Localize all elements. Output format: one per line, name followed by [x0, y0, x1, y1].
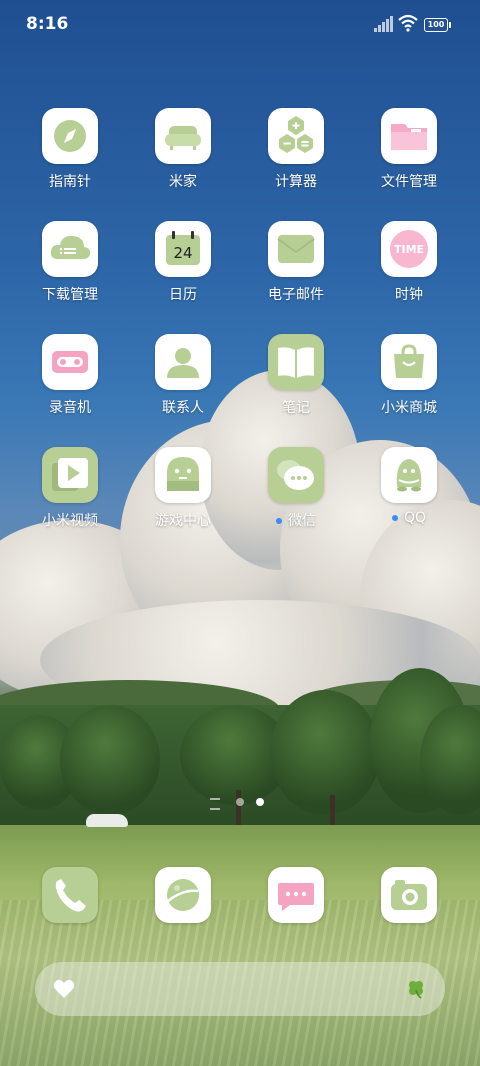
app-label: 计算器	[275, 174, 317, 190]
status-bar: 8:16 100	[0, 0, 480, 50]
dock-camera[interactable]	[359, 867, 459, 923]
notification-dot	[276, 518, 282, 524]
app-label-with-dot: 微信	[246, 510, 346, 530]
page-dot-active[interactable]	[256, 798, 264, 806]
cassette-icon	[42, 334, 98, 390]
penguin-icon	[381, 447, 437, 503]
app-file-manager[interactable]: 文件管理	[359, 108, 459, 191]
shopping-bag-icon	[381, 334, 437, 390]
app-mi-store[interactable]: 小米商城	[359, 334, 459, 417]
book-icon	[268, 334, 324, 390]
message-icon	[268, 867, 324, 923]
bottom-widget-bar[interactable]	[35, 962, 445, 1016]
app-recorder[interactable]: 录音机	[20, 334, 120, 417]
compass-icon	[42, 108, 98, 164]
camera-icon	[381, 867, 437, 923]
folder-icon	[381, 108, 437, 164]
person-icon	[155, 334, 211, 390]
app-label: 米家	[169, 174, 197, 190]
app-calendar[interactable]: 24 日历	[133, 221, 233, 304]
heart-icon[interactable]	[53, 979, 75, 999]
status-time: 8:16	[26, 14, 69, 34]
dock-browser[interactable]	[133, 867, 233, 923]
app-mi-video[interactable]: 小米视频	[20, 447, 120, 530]
planet-icon	[155, 867, 211, 923]
clover-icon[interactable]	[405, 978, 427, 1000]
app-label: 小米视频	[42, 513, 98, 529]
ghost-icon	[155, 447, 211, 503]
cloud-download-icon	[42, 221, 98, 277]
chat-bubbles-icon	[268, 447, 324, 503]
app-calculator[interactable]: 计算器	[246, 108, 346, 191]
app-label-with-dot: QQ	[359, 510, 459, 526]
calculator-icon	[268, 108, 324, 164]
app-label: 联系人	[162, 400, 204, 416]
app-label: 录音机	[49, 400, 91, 416]
app-label: QQ	[403, 510, 427, 526]
app-contacts[interactable]: 联系人	[133, 334, 233, 417]
dock-messages[interactable]	[246, 867, 346, 923]
calendar-icon: 24	[155, 221, 211, 277]
app-label: 时钟	[395, 287, 423, 303]
app-label: 指南针	[49, 174, 91, 190]
sofa-icon	[155, 108, 211, 164]
app-notes[interactable]: 笔记	[246, 334, 346, 417]
video-play-icon	[42, 447, 98, 503]
calendar-day: 24	[173, 244, 193, 262]
clock-text: TIME	[393, 243, 425, 256]
clock-icon: TIME	[381, 221, 437, 277]
app-clock[interactable]: TIME 时钟	[359, 221, 459, 304]
signal-icon	[374, 16, 394, 32]
notification-dot	[391, 515, 398, 521]
app-label: 笔记	[282, 400, 310, 416]
app-label: 电子邮件	[268, 287, 324, 303]
page-dot[interactable]	[236, 798, 244, 806]
phone-icon	[42, 867, 98, 923]
page-list-icon	[210, 798, 220, 810]
battery-icon: 100	[424, 18, 451, 32]
app-label: 文件管理	[381, 174, 437, 190]
dock-phone[interactable]	[20, 867, 120, 923]
app-compass[interactable]: 指南针	[20, 108, 120, 191]
app-label: 日历	[169, 287, 197, 303]
app-label: 下载管理	[42, 287, 98, 303]
app-wechat[interactable]: 微信	[246, 447, 346, 530]
app-label: 微信	[288, 513, 316, 529]
app-mijia[interactable]: 米家	[133, 108, 233, 191]
app-label: 小米商城	[381, 400, 437, 416]
app-label: 游戏中心	[155, 513, 211, 529]
wifi-icon	[398, 14, 418, 32]
app-game-center[interactable]: 游戏中心	[133, 447, 233, 530]
mail-icon	[268, 221, 324, 277]
app-qq[interactable]: QQ	[359, 447, 459, 526]
app-download-manager[interactable]: 下载管理	[20, 221, 120, 304]
app-email[interactable]: 电子邮件	[246, 221, 346, 304]
